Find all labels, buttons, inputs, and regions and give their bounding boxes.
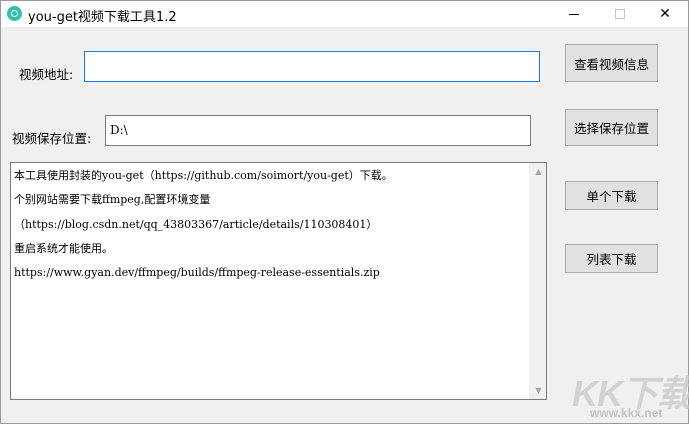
- scroll-down-arrow-icon[interactable]: ▼: [530, 382, 547, 399]
- main-window: you-get视频下载工具1.2 ✕ 视频地址: 视频保存位置: D:\ 查看视…: [0, 0, 689, 424]
- app-logo-icon: [7, 6, 22, 21]
- video-url-input[interactable]: [84, 51, 540, 82]
- log-content: 本工具使用封装的you-get（https://github.com/soimo…: [14, 164, 528, 285]
- log-textarea[interactable]: 本工具使用封装的you-get（https://github.com/soimo…: [10, 162, 547, 400]
- close-button[interactable]: ✕: [642, 1, 688, 27]
- log-line: （https://blog.csdn.net/qq_43803367/artic…: [14, 217, 378, 231]
- save-location-label: 视频保存位置:: [12, 131, 92, 146]
- scroll-up-arrow-icon[interactable]: ▲: [530, 163, 547, 180]
- window-title: you-get视频下载工具1.2: [28, 10, 177, 25]
- minimize-icon: [569, 13, 579, 15]
- video-url-label: 视频地址:: [19, 67, 74, 82]
- view-video-info-button[interactable]: 查看视频信息: [565, 44, 658, 82]
- maximize-icon: [615, 9, 625, 19]
- log-line: 个别网站需要下载ffmpeg,配置环境变量: [14, 193, 211, 207]
- list-download-button[interactable]: 列表下载: [565, 244, 658, 273]
- save-location-input[interactable]: D:\: [105, 115, 531, 146]
- maximize-button[interactable]: [597, 1, 643, 27]
- single-download-button[interactable]: 单个下载: [565, 181, 658, 210]
- choose-save-location-button[interactable]: 选择保存位置: [565, 109, 658, 146]
- close-icon: ✕: [659, 6, 671, 22]
- minimize-button[interactable]: [551, 1, 597, 27]
- log-scrollbar[interactable]: ▲ ▼: [529, 163, 546, 399]
- log-line: 本工具使用封装的you-get（https://github.com/soimo…: [14, 169, 393, 182]
- title-bar[interactable]: you-get视频下载工具1.2 ✕: [1, 1, 688, 27]
- log-line: 重启系统才能使用。: [14, 241, 113, 255]
- log-line: https://www.gyan.dev/ffmpeg/builds/ffmpe…: [14, 266, 380, 280]
- watermark-url: www.kkx.net: [590, 406, 663, 420]
- watermark-logo: KK下载 www.kkx.net: [566, 365, 689, 423]
